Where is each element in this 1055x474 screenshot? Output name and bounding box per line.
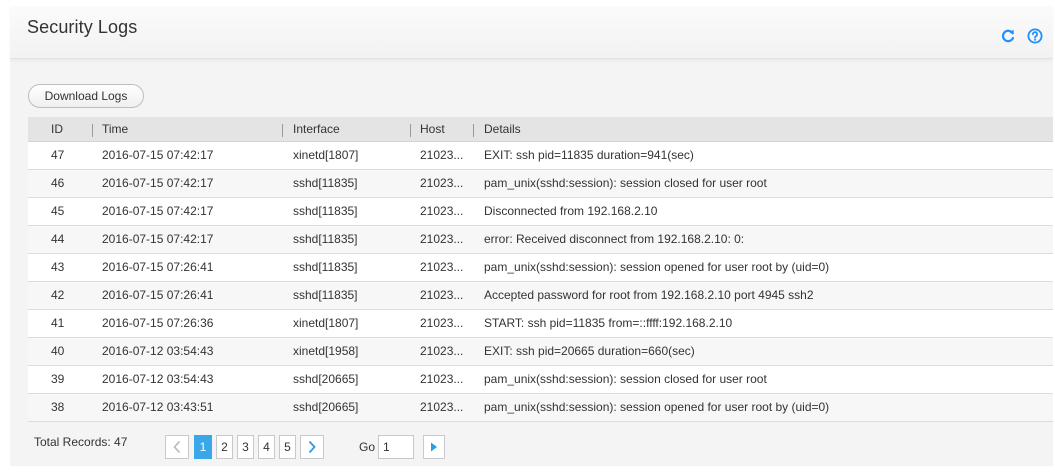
panel-header: Security Logs [10,6,1053,59]
cell-time: 2016-07-12 03:54:43 [102,344,214,358]
column-divider [473,124,474,137]
cell-details: EXIT: ssh pid=20665 duration=660(sec) [484,344,695,358]
table-row[interactable]: 38 2016-07-12 03:43:51 sshd[20665] 21023...… [28,394,1053,422]
cell-id: 38 [51,400,65,414]
cell-interface: xinetd[1807] [293,316,359,330]
play-arrow-icon[interactable] [423,435,445,459]
cell-details: EXIT: ssh pid=11835 duration=941(sec) [484,148,694,162]
cell-details: Accepted password for root from 192.168.… [484,288,814,302]
cell-host: 21023... [420,372,464,386]
cell-host: 21023... [420,260,464,274]
go-label: Go [359,440,376,454]
cell-details: pam_unix(sshd:session): session closed f… [484,176,767,190]
cell-interface: sshd[11835] [293,260,358,274]
cell-id: 43 [51,260,65,274]
help-icon[interactable] [1027,28,1043,44]
table-row[interactable]: 42 2016-07-15 07:26:41 sshd[11835] 21023...… [28,282,1053,310]
table-row[interactable]: 39 2016-07-12 03:54:43 sshd[20665] 21023...… [28,366,1053,394]
cell-time: 2016-07-15 07:26:41 [102,260,214,274]
cell-details: pam_unix(sshd:session): session closed f… [484,372,767,386]
cell-time: 2016-07-15 07:26:41 [102,288,214,302]
cell-time: 2016-07-15 07:42:17 [102,148,214,162]
cell-details: error: Received disconnect from 192.168.… [484,232,745,246]
cell-time: 2016-07-15 07:42:17 [102,176,214,190]
cell-details: START: ssh pid=11835 from=::ffff:192.168… [484,316,733,330]
table-row[interactable]: 47 2016-07-15 07:42:17 xinetd[1807] 21023..… [28,142,1053,170]
cell-interface: sshd[11835] [293,232,358,246]
table-row[interactable]: 43 2016-07-15 07:26:41 sshd[11835] 21023...… [28,254,1053,282]
cell-id: 45 [51,204,65,218]
column-divider [92,124,93,137]
download-logs-button[interactable]: Download Logs [28,84,144,108]
table-row[interactable]: 41 2016-07-15 07:26:36 xinetd[1807] 21023..… [28,310,1053,338]
column-divider [282,124,283,137]
page-button-5[interactable]: 5 [279,435,296,459]
cell-id: 44 [51,232,65,246]
cell-time: 2016-07-12 03:43:51 [102,400,214,414]
page-button-4[interactable]: 4 [258,435,275,459]
column-divider [410,124,411,137]
cell-time: 2016-07-15 07:42:17 [102,204,214,218]
cell-host: 21023... [420,232,464,246]
go-to-page-input[interactable] [378,435,414,459]
cell-id: 42 [51,288,65,302]
cell-details: pam_unix(sshd:session): session opened f… [484,400,830,414]
cell-host: 21023... [420,288,464,302]
refresh-icon[interactable] [1000,28,1016,44]
cell-host: 21023... [420,400,464,414]
cell-host: 21023... [420,344,464,358]
security-logs-panel: Security Logs Download Logs ID Time Inte… [10,6,1053,466]
cell-details: Disconnected from 192.168.2.10 [484,204,658,218]
page-title: Security Logs [27,17,138,37]
cell-id: 41 [51,316,65,330]
cell-interface: xinetd[1807] [293,148,359,162]
cell-host: 21023... [420,148,464,162]
table-row[interactable]: 45 2016-07-15 07:42:17 sshd[11835] 21023...… [28,198,1053,226]
cell-host: 21023... [420,176,464,190]
cell-host: 21023... [420,204,464,218]
cell-id: 39 [51,372,65,386]
cell-interface: sshd[20665] [293,372,359,386]
cell-interface: sshd[11835] [293,176,358,190]
pagination: Total Records: 47 1 2 3 4 5 Go [28,435,1053,465]
table-row[interactable]: 40 2016-07-12 03:54:43 xinetd[1958] 21023..… [28,338,1053,366]
page-button-2[interactable]: 2 [216,435,233,459]
cell-id: 46 [51,176,65,190]
page-button-3[interactable]: 3 [237,435,254,459]
cell-interface: xinetd[1958] [293,344,359,358]
column-header-interface[interactable]: Interface [293,117,340,142]
chevron-left-icon[interactable] [165,435,189,459]
column-header-host[interactable]: Host [420,117,445,142]
cell-interface: sshd[11835] [293,204,358,218]
column-header-time[interactable]: Time [102,117,128,142]
table-body: 47 2016-07-15 07:42:17 xinetd[1807] 21023..… [28,142,1053,422]
page-button-1[interactable]: 1 [194,435,212,459]
cell-id: 47 [51,148,65,162]
cell-id: 40 [51,344,65,358]
column-header-details[interactable]: Details [484,117,521,142]
cell-time: 2016-07-15 07:26:36 [102,316,214,330]
total-records: Total Records: 47 [34,435,128,449]
cell-interface: sshd[20665] [293,400,359,414]
column-header-id[interactable]: ID [51,117,63,142]
chevron-right-icon[interactable] [300,435,324,459]
table-row[interactable]: 46 2016-07-15 07:42:17 sshd[11835] 21023...… [28,170,1053,198]
cell-host: 21023... [420,316,464,330]
table-header: ID Time Interface Host Details [28,117,1053,142]
logs-table: ID Time Interface Host Details 47 2016-07… [28,117,1053,422]
cell-time: 2016-07-15 07:42:17 [102,232,214,246]
table-row[interactable]: 44 2016-07-15 07:42:17 sshd[11835] 21023...… [28,226,1053,254]
cell-interface: sshd[11835] [293,288,358,302]
cell-time: 2016-07-12 03:54:43 [102,372,214,386]
cell-details: pam_unix(sshd:session): session opened f… [484,260,830,274]
